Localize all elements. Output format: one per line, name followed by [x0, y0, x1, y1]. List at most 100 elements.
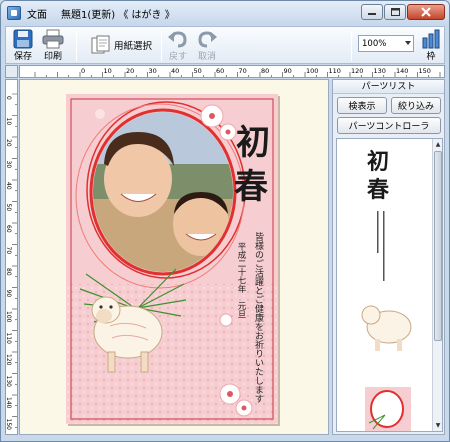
- chevron-down-icon: [405, 41, 411, 45]
- ruler-label: 30: [149, 67, 157, 75]
- postcard-artwork: 初 春 皆様のご活躍とご健康をお祈りいたします 平成二十七年 元旦: [66, 94, 278, 424]
- close-icon: [421, 7, 431, 17]
- ruler-label: 60: [6, 225, 12, 233]
- design-canvas[interactable]: 初 春 皆様のご活躍とご健康をお祈りいたします 平成二十七年 元旦: [19, 79, 329, 435]
- ruler-label: 70: [6, 247, 12, 255]
- menu-bar: 文面 無題1(更新) 《 はがき 》: [27, 6, 189, 21]
- ruler-label: 100: [306, 67, 318, 75]
- ruler-label: 80: [261, 67, 269, 75]
- zoom-value: 100%: [362, 38, 387, 49]
- parts-panel: パーツリスト 検表示 絞り込み パーツコントローラ 初 春 ▲ ▼: [332, 79, 445, 435]
- parts-item-title[interactable]: 初 春: [367, 149, 389, 203]
- undo-icon: [168, 31, 187, 48]
- ruler-label: 70: [239, 67, 247, 75]
- minimize-button[interactable]: [361, 4, 383, 20]
- frame-button[interactable]: 枠: [420, 29, 442, 62]
- print-label: 印刷: [43, 52, 62, 62]
- ruler-label: 0: [6, 96, 12, 100]
- close-button[interactable]: [407, 4, 445, 20]
- maximize-icon: [390, 8, 400, 16]
- parts-title-char-2: 春: [367, 177, 389, 203]
- app-icon: [7, 6, 21, 20]
- ruler-label: 110: [6, 333, 12, 345]
- printer-icon: [42, 29, 64, 49]
- frame-bars-icon: [422, 29, 440, 49]
- parts-thumbnails: 初 春: [361, 149, 412, 431]
- ruler-label: 90: [284, 67, 292, 75]
- ruler-label: 0: [81, 67, 85, 75]
- undo-label: 戻す: [168, 52, 187, 62]
- horizontal-ruler: 0 10 20 30 40 50 60 70 80 90 100 110 120 130 140 150: [19, 65, 445, 78]
- ruler-label: 120: [6, 354, 12, 366]
- ruler-label: 50: [6, 204, 12, 212]
- ruler-label: 30: [6, 161, 12, 169]
- greeting-text[interactable]: 皆様のご活躍とご健康をお祈りいたします: [253, 232, 264, 403]
- filter-button[interactable]: 絞り込み: [391, 97, 441, 114]
- paper-select-button[interactable]: 用紙選択: [90, 35, 152, 55]
- ruler-label: 120: [351, 67, 363, 75]
- ruler-label: 40: [6, 182, 12, 190]
- vertical-ruler-scale: 0 10 20 30 40 50 60 70 80 90 100 110 120 130 140 150: [6, 93, 17, 431]
- ruler-label: 140: [396, 67, 408, 75]
- parts-item-sheep[interactable]: [361, 305, 412, 351]
- parts-item-frame[interactable]: [365, 387, 411, 431]
- toolbar-separator: [76, 31, 77, 61]
- ruler-label: 20: [126, 67, 134, 75]
- ruler-label: 130: [6, 376, 12, 388]
- parts-item-greeting[interactable]: [377, 211, 385, 281]
- title-bar: 文面 無題1(更新) 《 はがき 》: [1, 1, 449, 25]
- ruler-label: 60: [216, 67, 224, 75]
- table-view-button[interactable]: 検表示: [337, 97, 387, 114]
- save-label: 保存: [13, 52, 32, 62]
- toolbar-separator: [351, 31, 352, 61]
- parts-list-title: パーツリスト: [333, 80, 444, 94]
- title-char-2[interactable]: 春: [234, 167, 268, 207]
- frame-label: 枠: [426, 52, 436, 62]
- ruler-label: 150: [419, 67, 431, 75]
- toolbar-separator: [161, 31, 162, 61]
- maximize-button[interactable]: [384, 4, 406, 20]
- horizontal-ruler-scale: 0 10 20 30 40 50 60 70 80 90 100 110 120 130 140 150: [34, 67, 441, 77]
- ruler-corner: [5, 65, 18, 78]
- ruler-label: 150: [6, 419, 12, 431]
- parts-controller-label: パーツコントローラ: [348, 122, 430, 132]
- filter-label: 絞り込み: [397, 102, 434, 112]
- ruler-label: 50: [194, 67, 202, 75]
- toolbar: 保存 印刷 用紙選択 戻す 取消 100% 枠: [5, 26, 445, 64]
- paper-icon: [91, 35, 110, 54]
- scroll-thumb[interactable]: [434, 151, 442, 341]
- window-controls: [360, 4, 445, 20]
- save-button[interactable]: 保存: [12, 29, 34, 62]
- minimize-icon: [367, 13, 376, 15]
- menu-file[interactable]: 文面: [27, 6, 47, 21]
- table-view-label: 検表示: [348, 102, 376, 112]
- app-window: 文面 無題1(更新) 《 はがき 》 保存 印刷 用紙選択 戻す 取消 100%…: [0, 0, 450, 442]
- parts-scrollbar[interactable]: ▲ ▼: [432, 139, 442, 431]
- ruler-label: 100: [6, 311, 12, 323]
- ruler-label: 10: [104, 67, 112, 75]
- redo-button[interactable]: 取消: [196, 29, 218, 62]
- print-button[interactable]: 印刷: [42, 29, 64, 62]
- date-text[interactable]: 平成二十七年 元旦: [236, 242, 246, 319]
- zoom-dropdown[interactable]: 100%: [358, 35, 414, 52]
- parts-controller-button[interactable]: パーツコントローラ: [337, 117, 441, 134]
- parts-title-char-1: 初: [367, 149, 389, 175]
- vertical-ruler: 0 10 20 30 40 50 60 70 80 90 100 110 120 130 140 150: [5, 79, 18, 435]
- redo-label: 取消: [197, 52, 216, 62]
- parts-list[interactable]: 初 春 ▲ ▼: [336, 138, 443, 432]
- ruler-label: 140: [6, 397, 12, 409]
- ruler-label: 130: [374, 67, 386, 75]
- ruler-label: 10: [6, 118, 12, 126]
- ruler-label: 20: [6, 139, 12, 147]
- title-char-1[interactable]: 初: [236, 123, 270, 163]
- ruler-label: 90: [6, 290, 12, 298]
- ruler-label: 80: [6, 268, 12, 276]
- paper-select-label: 用紙選択: [114, 41, 153, 52]
- undo-button[interactable]: 戻す: [167, 29, 189, 62]
- save-icon: [13, 29, 33, 49]
- postcard[interactable]: 初 春 皆様のご活躍とご健康をお祈りいたします 平成二十七年 元旦: [66, 94, 278, 424]
- document-title: 無題1(更新) 《 はがき 》: [61, 9, 175, 21]
- ruler-label: 40: [171, 67, 179, 75]
- scroll-down-icon[interactable]: ▼: [434, 421, 442, 430]
- scroll-up-icon[interactable]: ▲: [434, 140, 442, 149]
